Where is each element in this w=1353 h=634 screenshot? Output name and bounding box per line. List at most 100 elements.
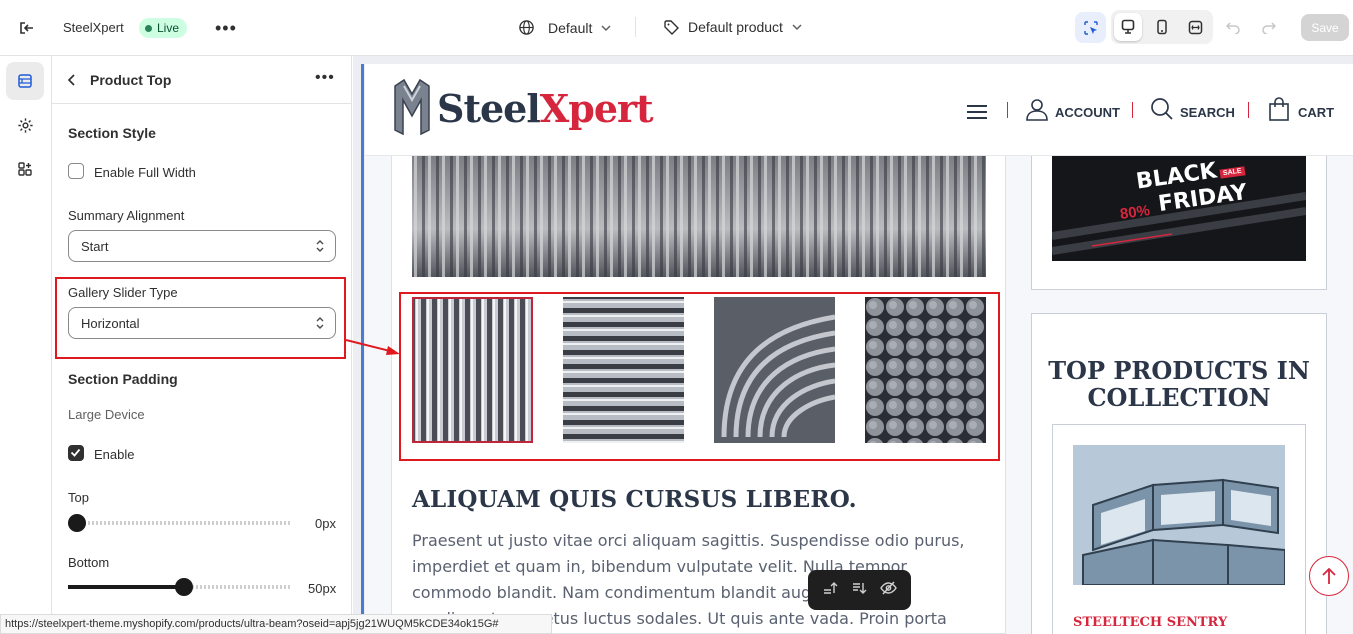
desktop-view-button[interactable]: [1114, 13, 1142, 41]
theme-selector[interactable]: Default: [518, 19, 612, 36]
panel-title: Product Top: [90, 72, 172, 88]
apps-icon: [18, 162, 32, 176]
editor-rail: [0, 56, 52, 634]
search-icon: [1151, 98, 1173, 120]
nav-separator: [1007, 102, 1008, 118]
sections-icon: [18, 74, 32, 88]
arrow-up-icon: [1322, 567, 1336, 584]
chevron-down-icon: [792, 24, 802, 31]
ellipsis-icon: •••: [215, 18, 237, 38]
tag-icon: [664, 20, 679, 35]
fullscreen-view-button[interactable]: [1181, 13, 1209, 41]
top-products-card: TOP PRODUCTS IN COLLECTION STEELTECH SEN…: [1031, 313, 1327, 634]
back-button[interactable]: [66, 73, 78, 92]
enable-full-width-checkbox[interactable]: [68, 163, 84, 179]
product-card[interactable]: STEELTECH SENTRY: [1052, 424, 1306, 634]
cart-link[interactable]: CART: [1268, 97, 1334, 121]
top-padding-slider-handle[interactable]: [68, 514, 86, 532]
top-products-title: TOP PRODUCTS IN COLLECTION: [1048, 356, 1310, 412]
sections-rail-button[interactable]: [6, 62, 44, 100]
summary-alignment-label: Summary Alignment: [68, 208, 185, 223]
divider: [635, 17, 636, 37]
black-friday-banner[interactable]: BLACK FRIDAY SALE 80%: [1052, 156, 1306, 261]
account-label: ACCOUNT: [1055, 104, 1120, 120]
move-down-icon: [852, 582, 867, 594]
section-padding-heading: Section Padding: [68, 371, 178, 387]
exit-button[interactable]: [17, 19, 35, 37]
undo-button[interactable]: [1225, 19, 1241, 39]
eye-slash-icon: [879, 580, 897, 595]
more-menu-button[interactable]: •••: [215, 18, 237, 39]
ellipsis-icon: •••: [315, 69, 335, 86]
product-main-image[interactable]: [412, 156, 986, 277]
annotation-highlight-gallery: [399, 292, 1000, 461]
annotation-highlight-select: [55, 277, 346, 359]
site-logo[interactable]: SteelXpert: [437, 86, 654, 131]
top-padding-slider-track[interactable]: [68, 521, 292, 525]
template-selector[interactable]: Default product: [663, 19, 803, 35]
apps-rail-button[interactable]: [6, 150, 44, 188]
move-up-button[interactable]: [822, 580, 838, 601]
enable-padding-checkbox[interactable]: [68, 445, 84, 461]
logo-xpert: Xpert: [539, 86, 654, 131]
steel-beams-image: [1073, 445, 1285, 585]
mobile-view-button[interactable]: [1148, 13, 1176, 41]
theme-selector-label: Default: [548, 19, 593, 36]
move-up-icon: [824, 581, 838, 594]
promo-banner-card: BLACK FRIDAY SALE 80%: [1031, 156, 1327, 290]
steel-rods-image: [412, 156, 986, 277]
menu-button[interactable]: [967, 104, 987, 125]
device-toggle-group: [1111, 10, 1213, 44]
chevron-left-icon: [67, 74, 75, 86]
bottom-padding-slider-handle[interactable]: [175, 578, 193, 596]
search-link[interactable]: SEARCH: [1150, 97, 1235, 121]
fullscreen-icon: [1188, 20, 1202, 34]
panel-more-button[interactable]: •••: [315, 69, 335, 87]
bottom-padding-value: 50px: [308, 581, 337, 596]
template-selector-label: Default product: [688, 19, 783, 35]
hide-section-button[interactable]: [879, 580, 897, 601]
globe-icon: [519, 20, 534, 35]
settings-rail-button[interactable]: [6, 106, 44, 144]
move-down-button[interactable]: [851, 580, 867, 601]
exit-icon: [20, 22, 33, 34]
site-header: SteelXpert ACCOUNT SEARCH CART: [365, 64, 1353, 156]
store-name: SteelXpert: [63, 20, 124, 35]
steelxpert-logo-icon: [394, 78, 430, 136]
summary-alignment-select[interactable]: Start: [68, 230, 336, 262]
live-badge: Live: [139, 18, 188, 38]
cursor-select-icon: [1083, 20, 1098, 35]
undo-icon: [1225, 22, 1240, 35]
mobile-icon: [1157, 19, 1167, 35]
product-card-name[interactable]: STEELTECH SENTRY: [1073, 615, 1227, 630]
bag-icon: [1269, 97, 1289, 121]
scroll-to-top-button[interactable]: [1309, 556, 1349, 596]
save-button[interactable]: Save: [1301, 14, 1349, 41]
section-style-heading: Section Style: [68, 125, 156, 141]
status-bar-url: https://steelxpert-theme.myshopify.com/p…: [0, 614, 552, 634]
logo-steel: Steel: [437, 86, 541, 131]
bottom-padding-label: Bottom: [68, 555, 110, 570]
cart-label: CART: [1298, 104, 1335, 120]
nav-separator: [1248, 102, 1249, 118]
nav-separator: [1132, 102, 1133, 118]
hamburger-icon: [967, 105, 987, 119]
section-floating-toolbar: [808, 570, 911, 610]
top-padding-value: 0px: [315, 516, 336, 531]
desktop-icon: [1121, 19, 1135, 34]
redo-icon: [1262, 22, 1277, 35]
select-caret-icon: [316, 240, 324, 252]
editor-topbar: SteelXpert Live ••• Default Default prod…: [0, 0, 1353, 56]
live-dot-icon: [145, 24, 152, 32]
product-title: ALIQUAM QUIS CURSUS LIBERO.: [412, 486, 857, 513]
enable-full-width-label: Enable Full Width: [94, 165, 196, 180]
large-device-label: Large Device: [68, 407, 145, 422]
search-label: SEARCH: [1180, 104, 1235, 120]
inspector-button[interactable]: [1075, 12, 1106, 43]
gear-icon: [17, 117, 33, 133]
redo-button[interactable]: [1261, 19, 1277, 39]
account-link[interactable]: ACCOUNT: [1025, 97, 1120, 121]
panel-header: Product Top •••: [52, 56, 351, 104]
annotation-arrow-icon: [345, 339, 400, 355]
checkmark-icon: [70, 448, 81, 457]
